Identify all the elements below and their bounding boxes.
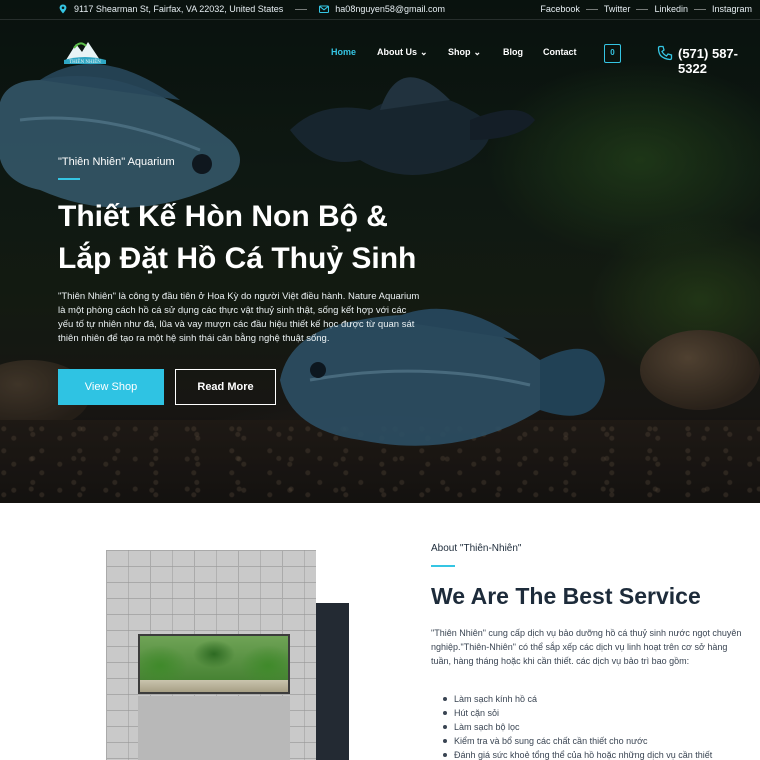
cart-count: 0	[610, 48, 615, 57]
social-link-instagram[interactable]: Instagram	[712, 4, 752, 14]
aquarium-cabinet	[138, 696, 290, 760]
about-title: We Are The Best Service	[431, 583, 701, 609]
nav-shop[interactable]: Shop ⌄	[448, 47, 481, 58]
topbar-social-links: Facebook Twitter Linkedin Instagram	[540, 4, 752, 14]
list-item: Kiểm tra và bổ sung các chất cần thiết c…	[441, 734, 712, 748]
aquarium-photo	[106, 550, 316, 760]
about-label: About "Thiên-Nhiên"	[431, 543, 522, 554]
about-description: "Thiên Nhiên" cung cấp dịch vụ bảo dưỡng…	[431, 628, 742, 666]
phone-icon	[657, 45, 673, 61]
map-pin-icon	[59, 4, 67, 14]
phone-number[interactable]: (571) 587-5322	[678, 46, 760, 76]
about-accent-line	[431, 565, 455, 567]
social-link-facebook[interactable]: Facebook	[540, 4, 580, 14]
chevron-down-icon: ⌄	[420, 47, 428, 57]
list-item: Đánh giá sức khoẻ tổng thể của hồ hoặc n…	[441, 748, 712, 760]
tank-sand	[140, 680, 288, 692]
social-link-twitter[interactable]: Twitter	[604, 4, 631, 14]
topbar-separator	[295, 8, 308, 10]
decorative-dark-block	[316, 603, 349, 760]
hero-title-line2: Lắp Đặt Hồ Cá Thuỷ Sinh	[58, 242, 417, 275]
social-separator	[693, 8, 706, 10]
hero-title-line1: Thiết Kế Hòn Non Bộ &	[58, 200, 388, 233]
nav-blog[interactable]: Blog	[503, 47, 523, 57]
list-item: Làm sạch kính hồ cá	[441, 692, 712, 706]
aquarium-tank-image	[138, 634, 290, 694]
list-item: Hút cặn sỏi	[441, 706, 712, 720]
hero-description: "Thiên Nhiên" là công ty đầu tiên ở Hoa …	[58, 291, 420, 344]
nav-contact[interactable]: Contact	[543, 47, 577, 57]
chevron-down-icon: ⌄	[473, 47, 482, 57]
topbar: 9117 Shearman St, Fairfax, VA 22032, Uni…	[0, 0, 760, 20]
read-more-button[interactable]: Read More	[175, 369, 276, 405]
social-separator	[636, 8, 649, 10]
logo-text: THIÊN NHIÊN	[69, 60, 101, 65]
mail-icon	[319, 5, 330, 14]
site-logo[interactable]	[60, 34, 110, 72]
cart-icon[interactable]: 0	[604, 44, 621, 63]
hero-subtitle: "Thiên Nhiên" Aquarium	[58, 156, 175, 168]
topbar-address: 9117 Shearman St, Fairfax, VA 22032, Uni…	[74, 4, 284, 14]
topbar-email-link[interactable]: ha08nguyen58@gmail.com	[335, 4, 445, 14]
list-item: Làm sạch bộ lọc	[441, 720, 712, 734]
nav-home[interactable]: Home	[331, 47, 356, 57]
topbar-contact: 9117 Shearman St, Fairfax, VA 22032, Uni…	[58, 4, 445, 14]
hero-accent-line	[58, 178, 80, 180]
nav-shop-label: Shop	[448, 47, 471, 57]
social-link-linkedin[interactable]: Linkedin	[654, 4, 688, 14]
nav-about-us-label: About Us	[377, 47, 417, 57]
services-list: Làm sạch kính hồ cá Hút cặn sỏi Làm sạch…	[441, 692, 712, 760]
social-separator	[585, 8, 598, 10]
nav-about-us[interactable]: About Us ⌄	[377, 47, 428, 58]
hero-title: Thiết Kế Hòn Non Bộ & Lắp Đặt Hồ Cá Thuỷ…	[58, 196, 478, 280]
hero-section: 9117 Shearman St, Fairfax, VA 22032, Uni…	[0, 0, 760, 503]
view-shop-button[interactable]: View Shop	[58, 369, 164, 405]
